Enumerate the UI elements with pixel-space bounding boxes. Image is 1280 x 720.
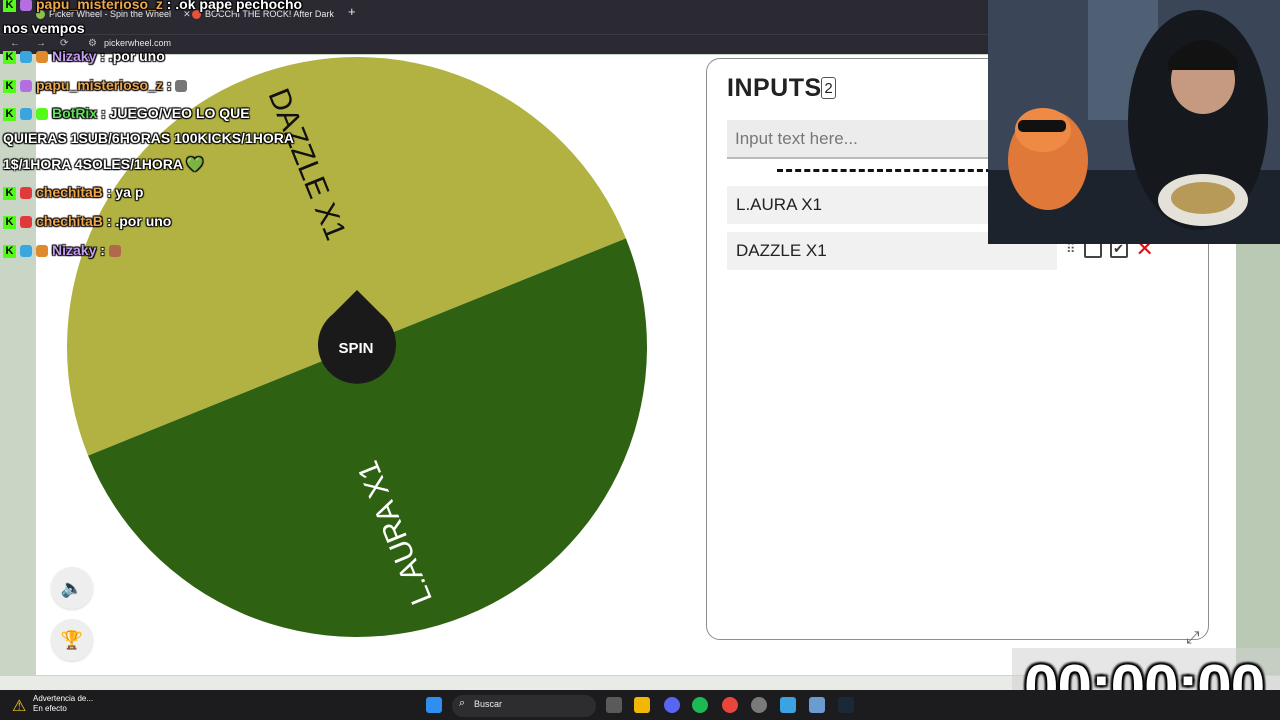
chat-username: Nizaky xyxy=(52,242,97,258)
inputs-count-badge: 2 xyxy=(821,77,836,99)
speaker-icon: 🔈 xyxy=(60,577,84,598)
chat-text: QUIERAS 1SUB/6HORAS 100KICKS/1HORA xyxy=(3,130,294,146)
windows-start-icon[interactable] xyxy=(426,697,442,713)
chat-text: : .por uno xyxy=(106,213,172,229)
chat-username: chechitaB xyxy=(36,213,103,229)
chat-username: Nizaky xyxy=(52,48,97,64)
kick-badge-icon: K xyxy=(3,186,16,200)
spotify-icon[interactable] xyxy=(692,697,708,713)
chat-message: K BotRix : JUEGO/VEO LO QUE xyxy=(3,105,250,121)
weather-warning[interactable]: Advertencia de... En efecto xyxy=(33,694,93,714)
warning-icon[interactable]: ⚠ xyxy=(12,696,26,716)
kick-badge-icon: K xyxy=(3,0,16,12)
chrome-icon[interactable] xyxy=(722,697,738,713)
sound-toggle-button[interactable]: 🔈 xyxy=(51,567,93,609)
user-badge-icon xyxy=(20,80,32,93)
task-view-icon[interactable] xyxy=(606,697,622,713)
webcam-overlay xyxy=(988,0,1280,244)
kick-badge-icon: K xyxy=(3,244,16,258)
trophy-icon: 🏆 xyxy=(60,629,84,650)
kick-badge-icon: K xyxy=(3,107,16,121)
emote-icon xyxy=(108,245,121,258)
emote-icon xyxy=(175,80,188,93)
chat-text: : ya p xyxy=(106,184,144,200)
user-badge-icon xyxy=(36,245,48,258)
search-label: Buscar xyxy=(474,699,503,709)
user-badge-icon xyxy=(20,216,32,229)
user-badge-icon xyxy=(20,108,32,121)
spin-label: SPIN xyxy=(338,340,373,357)
taskbar: ⚠ Advertencia de... En efecto ⌕ Buscar xyxy=(0,690,1280,720)
chat-message: KchechitaB : .por uno xyxy=(3,213,171,229)
search-icon: ⌕ xyxy=(459,697,466,709)
chat-text: : .por uno xyxy=(100,48,165,64)
chat-message: QUIERAS 1SUB/6HORAS 100KICKS/1HORA xyxy=(3,130,294,146)
entry-label: DAZZLE X1 xyxy=(736,241,827,260)
user-badge-icon xyxy=(20,0,32,12)
chat-message: K Nizaky : .por uno xyxy=(3,48,165,64)
results-button[interactable]: 🏆 xyxy=(51,619,93,661)
user-badge-icon xyxy=(20,187,32,200)
entry-label: L.AURA X1 xyxy=(736,195,822,214)
kick-badge-icon: K xyxy=(3,50,16,64)
warning-title: Advertencia de... xyxy=(33,694,94,703)
chat-message: nos vempos xyxy=(3,20,85,36)
chat-text: : xyxy=(166,77,172,93)
chat-username: papu_misterioso_z xyxy=(36,0,163,12)
discord-icon[interactable] xyxy=(664,697,680,713)
inputs-title: INPUTS xyxy=(727,74,822,102)
webcam-video xyxy=(988,0,1280,244)
calculator-icon[interactable] xyxy=(809,697,825,713)
chat-text: : JUEGO/VEO LO QUE xyxy=(101,105,250,121)
chat-message: Kpapu_misterioso_z : xyxy=(3,77,191,93)
obs-icon[interactable] xyxy=(751,697,767,713)
notepad-icon[interactable] xyxy=(780,697,796,713)
chat-text: : .ok pape pechocho xyxy=(166,0,303,12)
expand-icon[interactable]: ⤢ xyxy=(1186,628,1200,648)
warning-subtitle: En efecto xyxy=(33,704,67,713)
chat-text: : xyxy=(100,242,105,258)
chat-username: papu_misterioso_z xyxy=(36,77,163,93)
verified-badge-icon xyxy=(36,108,48,121)
chat-text: 1$/1HORA 4SOLES/1HORA 💚 xyxy=(3,156,204,172)
chat-text: nos vempos xyxy=(3,20,85,36)
drop-divider xyxy=(777,169,992,172)
chat-message: KchechitaB : ya p xyxy=(3,184,143,200)
chat-message: Kpapu_misterioso_z : .ok pape pechocho xyxy=(3,0,302,12)
user-badge-icon xyxy=(20,51,32,64)
kick-badge-icon: K xyxy=(3,79,16,93)
chat-username: BotRix xyxy=(52,105,98,121)
chat-message: 1$/1HORA 4SOLES/1HORA 💚 xyxy=(3,156,204,173)
user-badge-icon xyxy=(36,51,48,64)
user-badge-icon xyxy=(20,245,32,258)
address-bar[interactable]: pickerwheel.com xyxy=(104,38,171,48)
steam-icon[interactable] xyxy=(838,697,854,713)
chat-username: chechitaB xyxy=(36,184,103,200)
kick-badge-icon: K xyxy=(3,215,16,229)
file-explorer-icon[interactable] xyxy=(634,697,650,713)
chat-message: K Nizaky : xyxy=(3,242,125,258)
input-text-field[interactable] xyxy=(727,120,997,159)
new-tab-button[interactable]: + xyxy=(348,4,356,19)
